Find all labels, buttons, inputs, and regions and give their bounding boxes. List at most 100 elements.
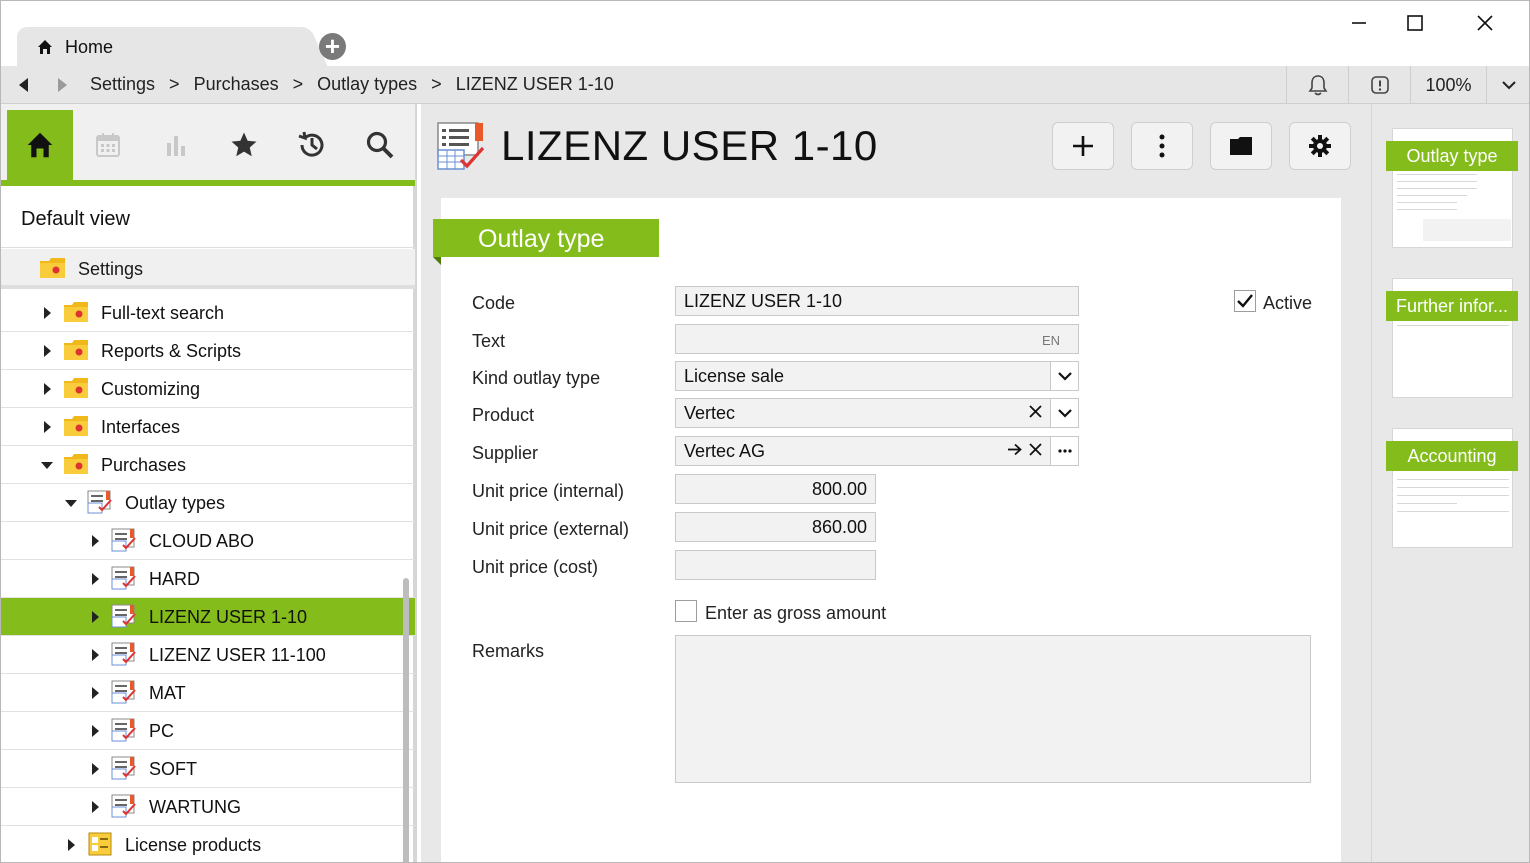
settings-button[interactable] — [1289, 122, 1351, 170]
tree-item[interactable]: CLOUD ABO — [1, 522, 415, 560]
minimize-button[interactable] — [1339, 11, 1379, 39]
zoom-dropdown-button[interactable] — [1486, 66, 1529, 104]
unit-price-internal-label: Unit price (internal) — [472, 481, 625, 501]
tree-item[interactable]: Interfaces — [1, 408, 415, 446]
settings-folder-row[interactable]: Settings — [1, 249, 415, 289]
product-select[interactable]: Vertec — [675, 398, 1079, 428]
page-tag-accounting[interactable]: Accounting — [1386, 441, 1518, 471]
app-window: Home + Settings > Purchases > Outlay types > L… — [0, 0, 1530, 863]
tree-item[interactable]: Outlay types — [1, 484, 415, 522]
outlay-type-form: Outlay type Code LIZENZ USER 1-10 Active… — [433, 198, 1341, 862]
kind-outlay-type-select[interactable]: License sale — [675, 361, 1079, 391]
history-nav-button[interactable] — [279, 110, 345, 180]
product-clear-button[interactable] — [1029, 402, 1042, 423]
unit-price-internal-field[interactable]: 800.00 — [675, 474, 876, 504]
home-nav-button[interactable] — [7, 110, 73, 180]
caret-right-icon[interactable] — [89, 801, 101, 813]
caret-down-icon[interactable] — [41, 459, 53, 471]
tree-item[interactable]: Reports & Scripts — [1, 332, 415, 370]
outlay-type-icon — [111, 756, 136, 780]
caret-right-icon[interactable] — [89, 535, 101, 547]
more-options-button[interactable] — [1131, 122, 1193, 170]
gross-amount-checkbox[interactable] — [675, 600, 697, 622]
supplier-value: Vertec AG — [684, 441, 766, 461]
tree-scrollbar[interactable] — [403, 578, 409, 862]
notifications-button[interactable] — [1286, 66, 1348, 104]
caret-right-icon[interactable] — [41, 345, 53, 357]
favorites-nav-button[interactable] — [211, 110, 277, 180]
outlay-type-icon — [111, 642, 136, 666]
caret-right-icon[interactable] — [41, 383, 53, 395]
forward-arrow-icon[interactable] — [52, 75, 72, 95]
caret-right-icon[interactable] — [41, 307, 53, 319]
alert-icon — [1370, 76, 1389, 94]
unit-price-external-field[interactable]: 860.00 — [675, 512, 876, 542]
caret-right-icon[interactable] — [89, 687, 101, 699]
bell-icon — [1308, 75, 1327, 96]
supplier-browse-button[interactable] — [1050, 437, 1078, 465]
breadcrumb-separator: > — [169, 74, 180, 94]
zoom-label: 100% — [1425, 74, 1472, 95]
page-tag-outlay-type[interactable]: Outlay type — [1386, 141, 1518, 171]
tree-item[interactable]: HARD — [1, 560, 415, 598]
breadcrumb-outlay-types[interactable]: Outlay types — [317, 74, 417, 94]
close-window-button[interactable] — [1465, 11, 1505, 39]
supplier-clear-button[interactable] — [1029, 440, 1042, 461]
maximize-icon — [1407, 15, 1423, 31]
page-tag-further-info[interactable]: Further infor... — [1386, 291, 1518, 321]
caret-right-icon[interactable] — [89, 725, 101, 737]
back-arrow-icon[interactable] — [14, 75, 34, 95]
active-checkbox[interactable] — [1234, 290, 1256, 312]
kind-dropdown-button[interactable] — [1050, 362, 1078, 390]
new-tab-plus-icon[interactable]: + — [319, 33, 346, 60]
tree-item[interactable]: License products — [1, 826, 415, 862]
outlay-type-icon — [437, 122, 485, 170]
tree-item[interactable]: PC — [1, 712, 415, 750]
folder-icon — [64, 302, 88, 322]
tab-home[interactable]: Home — [17, 27, 305, 67]
caret-right-icon[interactable] — [89, 573, 101, 585]
default-view-header[interactable]: Default view — [1, 186, 415, 248]
remarks-textarea[interactable] — [675, 635, 1311, 783]
folder-icon — [64, 416, 88, 436]
reports-nav-button[interactable] — [143, 110, 209, 180]
outlay-type-icon — [111, 680, 136, 704]
caret-right-icon[interactable] — [89, 611, 101, 623]
code-field[interactable]: LIZENZ USER 1-10 — [675, 286, 1079, 316]
calendar-icon — [96, 133, 120, 157]
unit-price-cost-field[interactable] — [675, 550, 876, 580]
supplier-field[interactable]: Vertec AG — [675, 436, 1079, 466]
chevron-down-icon — [1057, 408, 1072, 418]
tree-item[interactable]: Purchases — [1, 446, 415, 484]
gear-icon — [1309, 135, 1331, 157]
tree-item[interactable]: LIZENZ USER 11-100 — [1, 636, 415, 674]
tree-item[interactable]: Customizing — [1, 370, 415, 408]
breadcrumb-purchases[interactable]: Purchases — [194, 74, 279, 94]
search-nav-button[interactable] — [347, 110, 413, 180]
default-view-label: Default view — [21, 208, 130, 230]
tree-item[interactable]: WARTUNG — [1, 788, 415, 826]
supplier-go-to-button[interactable] — [1007, 440, 1022, 461]
outlay-type-icon — [111, 528, 136, 552]
tree-item-label: Purchases — [101, 455, 187, 475]
tree-item[interactable]: LIZENZ USER 1-10 — [1, 598, 415, 636]
product-dropdown-button[interactable] — [1050, 399, 1078, 427]
tree-item[interactable]: MAT — [1, 674, 415, 712]
folder-button[interactable] — [1210, 122, 1272, 170]
zoom-level[interactable]: 100% — [1410, 66, 1486, 104]
add-button[interactable] — [1052, 122, 1114, 170]
caret-right-icon[interactable] — [89, 649, 101, 661]
breadcrumb: Settings > Purchases > Outlay types > LIZENZ U… — [90, 74, 614, 95]
alerts-button[interactable] — [1348, 66, 1410, 104]
tree-item[interactable]: Full-text search — [1, 294, 415, 332]
tree-item[interactable]: SOFT — [1, 750, 415, 788]
maximize-button[interactable] — [1395, 11, 1435, 39]
caret-right-icon[interactable] — [89, 763, 101, 775]
text-field[interactable]: EN — [675, 324, 1079, 354]
product-value: Vertec — [684, 403, 736, 423]
caret-right-icon[interactable] — [41, 421, 53, 433]
calendar-nav-button[interactable] — [75, 110, 141, 180]
breadcrumb-settings[interactable]: Settings — [90, 74, 155, 94]
caret-right-icon[interactable] — [65, 839, 77, 851]
caret-down-icon[interactable] — [65, 497, 77, 509]
